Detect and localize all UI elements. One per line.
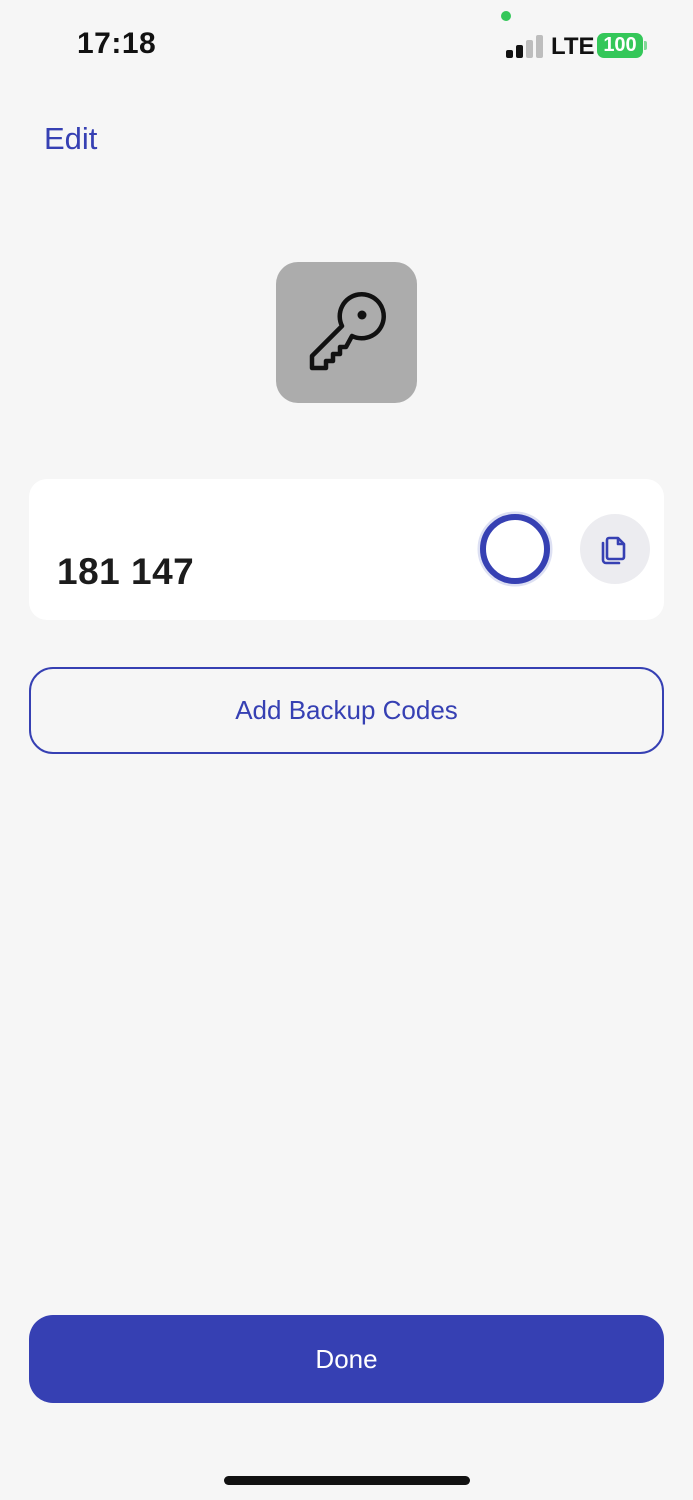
otp-code[interactable]: 181 147 bbox=[57, 551, 194, 593]
edit-button[interactable]: Edit bbox=[44, 121, 97, 157]
account-icon-tile bbox=[276, 262, 417, 403]
battery-level: 100 bbox=[603, 34, 637, 56]
copy-icon bbox=[601, 536, 626, 565]
network-type: LTE bbox=[551, 33, 595, 60]
copy-code-button[interactable] bbox=[580, 514, 650, 584]
timer-ring-icon bbox=[477, 511, 553, 587]
key-icon bbox=[309, 291, 386, 370]
done-button[interactable]: Done bbox=[29, 1315, 664, 1403]
battery-tip bbox=[644, 41, 647, 50]
battery-icon: 100 bbox=[597, 33, 643, 58]
code-card: 181 147 bbox=[29, 479, 664, 620]
signal-strength-icon bbox=[506, 34, 544, 58]
screen: 17:18 LTE 100 Edit 181 147 Add Backup Co… bbox=[0, 0, 693, 1500]
add-backup-codes-button[interactable]: Add Backup Codes bbox=[29, 667, 664, 754]
home-indicator[interactable] bbox=[224, 1476, 470, 1485]
camera-indicator-dot bbox=[501, 11, 511, 21]
status-time: 17:18 bbox=[77, 27, 157, 60]
